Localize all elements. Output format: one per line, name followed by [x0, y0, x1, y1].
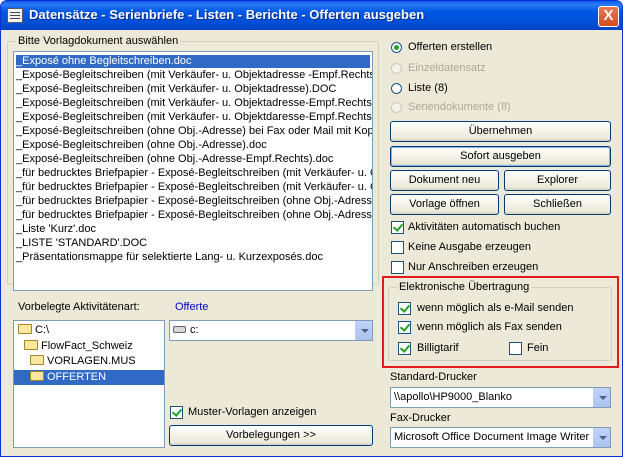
- template-item-selected[interactable]: _Exposé ohne Begleitschreiben.doc: [15, 54, 371, 69]
- radio-liste-label: Liste (8): [408, 82, 448, 94]
- radio-einzeldatensatz-label: Einzeldatensatz: [408, 62, 486, 74]
- vorbelegungen-button[interactable]: Vorbelegungen >>: [169, 425, 373, 446]
- drive-icon: [173, 326, 186, 333]
- fax-checkbox[interactable]: [398, 321, 411, 334]
- radio-seriendokumente: [391, 102, 402, 113]
- fax-printer-label: Fax-Drucker: [390, 412, 451, 424]
- radio-offerten[interactable]: [391, 42, 402, 53]
- explorer-button[interactable]: Explorer: [504, 170, 611, 191]
- folder-label: VORLAGEN.MUS: [47, 355, 136, 367]
- electronic-group-label: Elektronische Übertragung: [397, 281, 532, 293]
- folder-label: C:\: [35, 324, 50, 336]
- template-item[interactable]: _Exposé-Begleitschreiben (mit Verkäufer-…: [16, 111, 372, 124]
- fein-label: Fein: [527, 342, 549, 354]
- template-listbox[interactable]: _Exposé ohne Begleitschreiben.doc _Exposé…: [13, 51, 373, 291]
- radio-einzeldatensatz: [391, 63, 402, 74]
- printer-select[interactable]: \\apollo\HP9000_Blanko: [390, 387, 611, 408]
- drive-value: c:: [190, 324, 199, 336]
- fax-label: wenn möglich als Fax senden: [417, 321, 562, 333]
- dialog-window: Datensätze - Serienbriefe - Listen - Ber…: [0, 0, 623, 457]
- fax-printer-select[interactable]: Microsoft Office Document Image Writer: [390, 427, 611, 448]
- template-item[interactable]: _Liste 'Kurz'.doc: [16, 223, 96, 236]
- sofort-ausgeben-button[interactable]: Sofort ausgeben: [390, 146, 611, 167]
- fax-printer-value: Microsoft Office Document Image Writer: [394, 431, 590, 443]
- billigtarif-checkbox[interactable]: [398, 342, 411, 355]
- folder-label: FlowFact_Schweiz: [41, 340, 133, 352]
- template-item[interactable]: _Exposé-Begleitschreiben (mit Verkäufer-…: [16, 83, 336, 96]
- activity-label: Vorbelegte Aktivitätenart:: [18, 301, 140, 313]
- title-bar[interactable]: Datensätze - Serienbriefe - Listen - Ber…: [1, 1, 622, 30]
- radio-seriendokumente-label: Seriendokumente (8): [408, 101, 511, 113]
- chevron-down-icon[interactable]: [593, 388, 610, 407]
- keine-ausgabe-checkbox[interactable]: [391, 241, 404, 254]
- template-item[interactable]: _LISTE 'STANDARD'.DOC: [16, 237, 147, 250]
- folder-label: OFFERTEN: [47, 371, 107, 383]
- aktivitaeten-label: Aktivitäten automatisch buchen: [408, 221, 561, 233]
- uebernehmen-button[interactable]: Übernehmen: [390, 121, 611, 142]
- drive-select[interactable]: c:: [169, 320, 373, 341]
- activity-value[interactable]: Offerte: [175, 301, 208, 313]
- aktivitaeten-checkbox[interactable]: [391, 221, 404, 234]
- folder-item[interactable]: FlowFact_Schweiz: [24, 340, 133, 353]
- template-item[interactable]: _Präsentationsmappe für selektierte Lang…: [16, 251, 323, 264]
- billigtarif-label: Billigtarif: [417, 342, 459, 354]
- template-item[interactable]: _Exposé-Begleitschreiben (ohne Obj.-Adre…: [16, 139, 267, 152]
- folder-item[interactable]: VORLAGEN.MUS: [30, 355, 136, 368]
- folder-item-selected[interactable]: OFFERTEN: [14, 369, 164, 386]
- template-group-label: Bitte Vorlagdokument auswählen: [16, 35, 181, 47]
- drive-value-wrap: c:: [173, 324, 199, 336]
- template-item[interactable]: _für bedrucktes Briefpapier - Exposé-Beg…: [16, 195, 372, 208]
- template-item[interactable]: _Exposé-Begleitschreiben (ohne Obj.-Adre…: [16, 153, 333, 166]
- document-list-icon: [7, 8, 23, 23]
- muster-label: Muster-Vorlagen anzeigen: [188, 406, 317, 418]
- keine-ausgabe-label: Keine Ausgabe erzeugen: [408, 241, 531, 253]
- chevron-down-icon[interactable]: [355, 321, 372, 340]
- template-item[interactable]: _für bedrucktes Briefpapier - Exposé-Beg…: [16, 209, 372, 222]
- printer-value: \\apollo\HP9000_Blanko: [394, 391, 513, 403]
- folder-open-icon: [30, 355, 44, 365]
- email-checkbox[interactable]: [398, 302, 411, 315]
- folder-open-icon: [30, 371, 44, 381]
- template-item[interactable]: _für bedrucktes Briefpapier - Exposé-Beg…: [16, 181, 372, 194]
- folder-open-icon: [18, 324, 32, 334]
- dokument-neu-button[interactable]: Dokument neu: [390, 170, 499, 191]
- template-item[interactable]: _Exposé-Begleitschreiben (ohne Obj.-Adre…: [16, 125, 372, 138]
- chevron-down-icon[interactable]: [593, 428, 610, 447]
- template-item[interactable]: _Exposé-Begleitschreiben (mit Verkäufer-…: [16, 97, 372, 110]
- schliessen-button[interactable]: Schließen: [504, 194, 611, 215]
- template-item[interactable]: _Exposé-Begleitschreiben (mit Verkäufer-…: [16, 69, 372, 82]
- email-label: wenn möglich als e-Mail senden: [417, 302, 574, 314]
- nur-anschreiben-label: Nur Anschreiben erzeugen: [408, 261, 539, 273]
- radio-liste[interactable]: [391, 83, 402, 94]
- folder-open-icon: [24, 340, 38, 350]
- folder-item[interactable]: C:\: [18, 324, 49, 337]
- folder-tree[interactable]: C:\ FlowFact_Schweiz VORLAGEN.MUS OFFERT…: [13, 320, 165, 448]
- printer-label: Standard-Drucker: [390, 371, 477, 383]
- muster-checkbox[interactable]: [170, 406, 183, 419]
- nur-anschreiben-checkbox[interactable]: [391, 261, 404, 274]
- vorlage-oeffnen-button[interactable]: Vorlage öffnen: [390, 194, 499, 215]
- template-item[interactable]: _für bedrucktes Briefpapier - Exposé-Beg…: [16, 167, 372, 180]
- fein-checkbox[interactable]: [509, 342, 522, 355]
- window-title: Datensätze - Serienbriefe - Listen - Ber…: [29, 7, 425, 22]
- radio-offerten-label: Offerten erstellen: [408, 41, 493, 53]
- close-button[interactable]: X: [598, 6, 619, 27]
